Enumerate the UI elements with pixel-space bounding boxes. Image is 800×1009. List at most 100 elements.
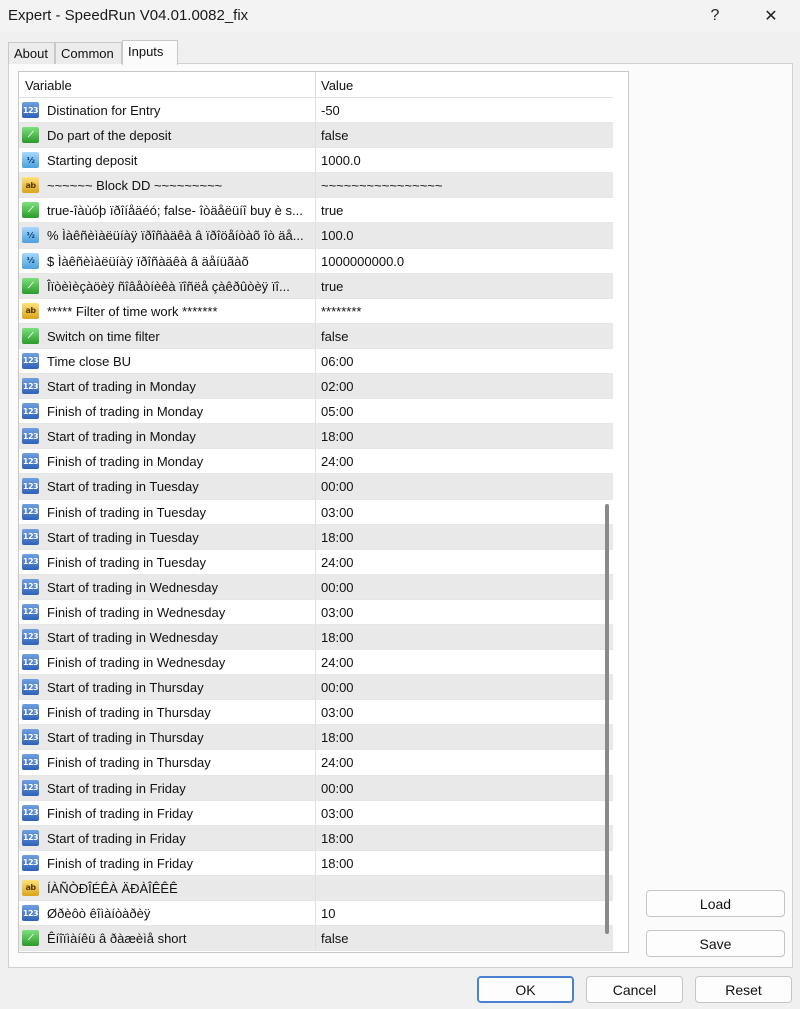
variable-value[interactable]: false <box>321 931 348 946</box>
variable-value[interactable]: true <box>321 203 343 218</box>
cell-divider <box>315 499 316 524</box>
integer-type-icon: 123 <box>22 503 39 520</box>
column-divider[interactable] <box>315 72 316 98</box>
input-row[interactable]: 123 Finish of trading in Thursday 03:00 <box>19 700 613 726</box>
inputs-grid[interactable]: Variable Value 123 Distination for Entry -… <box>18 71 629 953</box>
cell-divider <box>315 599 316 624</box>
input-row[interactable]: 123 Start of trading in Monday 02:00 <box>19 374 613 400</box>
cell-divider <box>315 173 316 198</box>
variable-value[interactable]: false <box>321 128 348 143</box>
variable-value[interactable]: false <box>321 329 348 344</box>
input-row[interactable]: 123 Start of trading in Tuesday 00:00 <box>19 474 613 500</box>
input-row[interactable]: 123 Start of trading in Friday 00:00 <box>19 775 613 801</box>
input-row[interactable]: 123 Finish of trading in Monday 24:00 <box>19 449 613 475</box>
variable-name: Start of trading in Monday <box>47 379 196 395</box>
input-row[interactable]: 123 Finish of trading in Tuesday 24:00 <box>19 549 613 575</box>
input-row[interactable]: 123 Finish of trading in Tuesday 03:00 <box>19 499 613 525</box>
variable-value[interactable]: 00:00 <box>321 479 354 494</box>
save-button[interactable]: Save <box>646 930 785 957</box>
variable-value[interactable]: 24:00 <box>321 755 354 770</box>
tab-inputs[interactable]: Inputs <box>122 40 178 65</box>
variable-value[interactable]: 1000000000.0 <box>321 254 404 269</box>
load-button[interactable]: Load <box>646 890 785 917</box>
variable-value[interactable]: 18:00 <box>321 730 354 745</box>
input-row[interactable]: 123 Start of trading in Friday 18:00 <box>19 825 613 851</box>
variable-value[interactable]: true <box>321 279 343 294</box>
input-row[interactable]: 123 Start of trading in Thursday 00:00 <box>19 675 613 701</box>
variable-value[interactable]: 03:00 <box>321 806 354 821</box>
title-bar: Expert - SpeedRun V04.01.0082_fix ? ✕ <box>0 0 800 32</box>
variable-name: Start of trading in Monday <box>47 429 196 445</box>
variable-value[interactable]: ~~~~~~~~~~~~~~~~ <box>321 178 442 193</box>
cell-divider <box>315 549 316 574</box>
double-type-icon: ½ <box>22 152 39 169</box>
variable-value[interactable]: 18:00 <box>321 429 354 444</box>
variable-value[interactable]: 02:00 <box>321 379 354 394</box>
variable-value[interactable]: 10 <box>321 906 335 921</box>
variable-value[interactable]: -50 <box>321 103 340 118</box>
variable-value[interactable]: 06:00 <box>321 354 354 369</box>
input-row[interactable]: ⟋ Switch on time filter false <box>19 323 613 349</box>
input-row[interactable]: 123 Finish of trading in Thursday 24:00 <box>19 750 613 776</box>
input-row[interactable]: 123 Distination for Entry -50 <box>19 98 613 124</box>
variable-value[interactable]: 05:00 <box>321 404 354 419</box>
reset-button[interactable]: Reset <box>695 976 792 1003</box>
variable-name: Start of trading in Wednesday <box>47 629 219 645</box>
input-row[interactable]: ⟋ Êíîïìàíêü â ðàæèìå short false <box>19 926 613 952</box>
variable-value[interactable]: 18:00 <box>321 831 354 846</box>
input-row[interactable]: ab ~~~~~~ Block DD ~~~~~~~~~ ~~~~~~~~~~~~~… <box>19 173 613 199</box>
input-row[interactable]: 123 Finish of trading in Wednesday 24:00 <box>19 650 613 676</box>
input-row[interactable]: 123 Finish of trading in Friday 18:00 <box>19 850 613 876</box>
variable-value[interactable]: 24:00 <box>321 555 354 570</box>
input-row[interactable]: 123 Start of trading in Wednesday 00:00 <box>19 574 613 600</box>
input-row[interactable]: 123 Start of trading in Thursday 18:00 <box>19 725 613 751</box>
variable-value[interactable]: 03:00 <box>321 705 354 720</box>
input-row[interactable]: ⟋ Îïòèìèçàöèÿ ñîâåòíèêà ïîñëå çàêðûòèÿ ïî… <box>19 273 613 299</box>
input-row[interactable]: ⟋ Do part of the deposit false <box>19 123 613 149</box>
input-row[interactable]: ½ $ Ìàêñèìàëüíàÿ ïðîñàäêà â äåíüãàõ 100000… <box>19 248 613 274</box>
variable-value[interactable]: 100.0 <box>321 228 354 243</box>
input-row[interactable]: 123 Start of trading in Wednesday 18:00 <box>19 624 613 651</box>
input-row[interactable]: 123 Finish of trading in Friday 03:00 <box>19 800 613 826</box>
input-row[interactable]: ab ***** Filter of time work ******* *****… <box>19 298 613 324</box>
input-row[interactable]: 123 Øðèôò êîìàíòàðèÿ 10 <box>19 901 613 927</box>
help-button[interactable]: ? <box>692 0 738 32</box>
variable-value[interactable]: 00:00 <box>321 680 354 695</box>
variable-value[interactable]: 03:00 <box>321 505 354 520</box>
variable-value[interactable]: 18:00 <box>321 856 354 871</box>
input-row[interactable]: 123 Time close BU 06:00 <box>19 348 613 375</box>
integer-type-icon: 123 <box>22 403 39 420</box>
input-row[interactable]: ⟋ true-îàùóþ ïðîíåäéó; false- îòäåëüíî bu… <box>19 198 613 224</box>
input-row[interactable]: 123 Start of trading in Monday 18:00 <box>19 424 613 450</box>
input-row[interactable]: ab ÍÀÑÒÐÎÉÊÀ ÄÐÀÎÊÊÊ <box>19 875 613 901</box>
boolean-type-icon: ⟋ <box>22 930 39 947</box>
variable-value[interactable]: 03:00 <box>321 605 354 620</box>
scrollbar-thumb[interactable] <box>605 504 609 934</box>
input-row[interactable]: ½ Starting deposit 1000.0 <box>19 148 613 174</box>
variable-value[interactable]: 24:00 <box>321 655 354 670</box>
variable-value[interactable]: 00:00 <box>321 580 354 595</box>
variable-value[interactable]: 18:00 <box>321 530 354 545</box>
variable-value[interactable]: 18:00 <box>321 630 354 645</box>
integer-type-icon: 123 <box>22 704 39 721</box>
column-header-value[interactable]: Value <box>321 78 353 93</box>
close-button[interactable]: ✕ <box>748 0 794 32</box>
variable-value[interactable]: 24:00 <box>321 454 354 469</box>
variable-value[interactable]: 1000.0 <box>321 153 361 168</box>
integer-type-icon: 123 <box>22 478 39 495</box>
input-row[interactable]: 123 Finish of trading in Monday 05:00 <box>19 399 613 425</box>
integer-type-icon: 123 <box>22 528 39 545</box>
tab-common[interactable]: Common <box>55 42 122 64</box>
input-row[interactable]: 123 Finish of trading in Wednesday 03:00 <box>19 599 613 625</box>
ok-button[interactable]: OK <box>477 976 574 1003</box>
tab-about[interactable]: About <box>8 42 55 64</box>
variable-value[interactable]: ******** <box>321 304 361 319</box>
input-row[interactable]: 123 Start of trading in Tuesday 18:00 <box>19 524 613 550</box>
vertical-scrollbar[interactable] <box>613 72 628 952</box>
variable-value[interactable]: 00:00 <box>321 781 354 796</box>
cancel-button[interactable]: Cancel <box>586 976 683 1003</box>
column-header-variable[interactable]: Variable <box>25 78 72 93</box>
cell-divider <box>315 449 316 474</box>
input-row[interactable]: ½ % Ìàêñèìàëüíàÿ ïðîñàäêà â ïðîöåíòàõ îò … <box>19 223 613 249</box>
grid-header: Variable Value <box>19 72 613 98</box>
